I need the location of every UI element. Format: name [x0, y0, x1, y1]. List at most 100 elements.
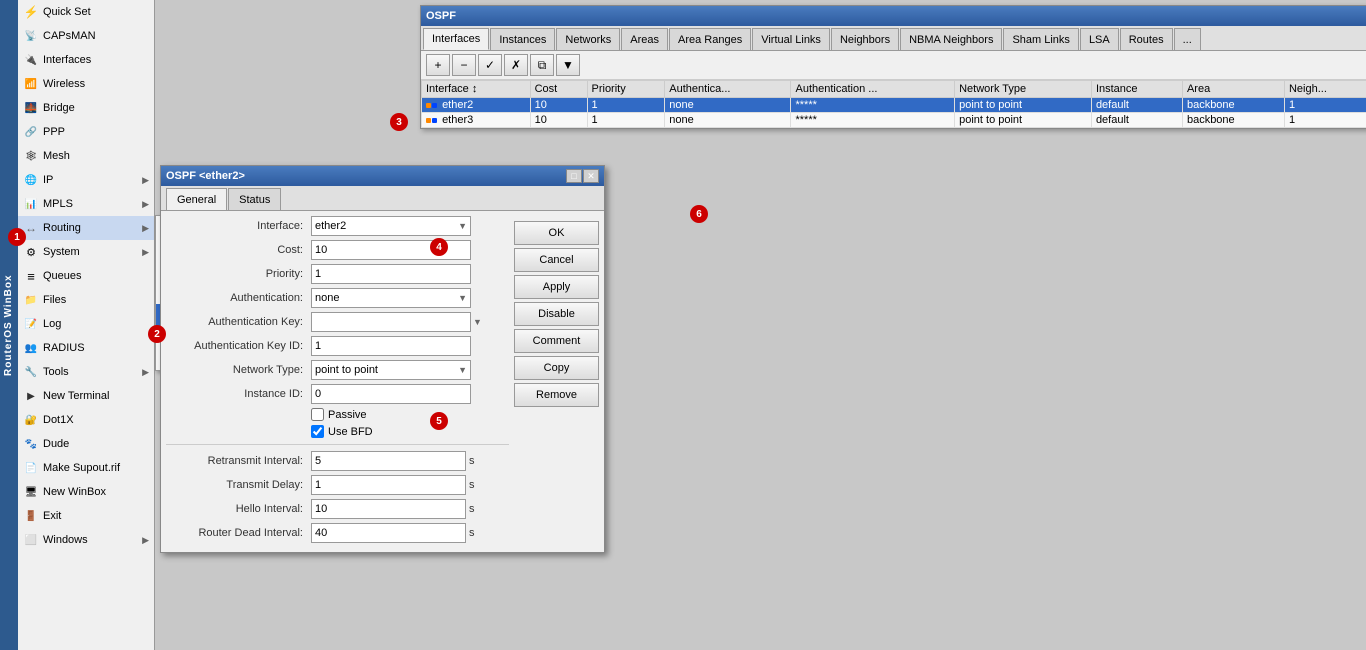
remove-toolbar-button[interactable]: − [452, 54, 476, 76]
sidebar-item-mesh[interactable]: Mesh [18, 144, 154, 168]
auth-key-id-input[interactable] [311, 336, 471, 356]
sidebar-item-mpls[interactable]: MPLS ▶ [18, 192, 154, 216]
cancel-button[interactable]: Cancel [514, 248, 599, 272]
col-network-type[interactable]: Network Type [955, 81, 1092, 98]
apply-button[interactable]: Apply [514, 275, 599, 299]
sidebar-item-new-terminal[interactable]: New Terminal [18, 384, 154, 408]
col-auth[interactable]: Authentica... [665, 81, 791, 98]
sidebar-item-ip[interactable]: IP ▶ [18, 168, 154, 192]
sidebar-item-tools[interactable]: Tools ▶ [18, 360, 154, 384]
use-bfd-checkbox[interactable] [311, 425, 324, 438]
col-instance[interactable]: Instance [1091, 81, 1182, 98]
sidebar-item-exit[interactable]: Exit [18, 504, 154, 528]
sidebar-item-bridge[interactable]: Bridge [18, 96, 154, 120]
instance-id-input[interactable] [311, 384, 471, 404]
authentication-select[interactable]: none ▼ [311, 288, 471, 308]
sidebar-item-files[interactable]: Files [18, 288, 154, 312]
tab-virtual-links[interactable]: Virtual Links [752, 28, 830, 50]
sidebar-item-queues[interactable]: Queues [18, 264, 154, 288]
col-neighbors[interactable]: Neigh... [1284, 81, 1366, 98]
sidebar-label-tools: Tools [43, 366, 142, 378]
disable-toolbar-button[interactable]: ✗ [504, 54, 528, 76]
interfaces-icon [23, 52, 39, 68]
tab-networks[interactable]: Networks [556, 28, 620, 50]
sidebar-item-ppp[interactable]: PPP [18, 120, 154, 144]
remove-button[interactable]: Remove [514, 383, 599, 407]
sidebar-item-new-winbox[interactable]: New WinBox [18, 480, 154, 504]
tab-routes[interactable]: Routes [1120, 28, 1173, 50]
tools-arrow: ▶ [142, 367, 149, 378]
winbox-icon [23, 484, 39, 500]
hello-interval-unit: s [469, 503, 475, 515]
dialog-minimize-button[interactable]: □ [566, 169, 582, 183]
col-priority[interactable]: Priority [587, 81, 665, 98]
retransmit-input[interactable] [311, 451, 466, 471]
ospf-title: OSPF [426, 10, 456, 22]
sidebar-item-quick-set[interactable]: Quick Set [18, 0, 154, 24]
col-area[interactable]: Area [1182, 81, 1284, 98]
sidebar-label-radius: RADIUS [43, 342, 149, 354]
tab-nbma-neighbors[interactable]: NBMA Neighbors [900, 28, 1002, 50]
copy-button[interactable]: Copy [514, 356, 599, 380]
sidebar-label-queues: Queues [43, 270, 149, 282]
auth-key-input[interactable] [311, 312, 471, 332]
transmit-delay-unit: s [469, 479, 475, 491]
tab-area-ranges[interactable]: Area Ranges [669, 28, 751, 50]
sidebar-label-dude: Dude [43, 438, 149, 450]
sidebar-item-routing[interactable]: Routing ▶ [18, 216, 154, 240]
sidebar-item-make-supout[interactable]: Make Supout.rif [18, 456, 154, 480]
hello-interval-input[interactable] [311, 499, 466, 519]
cell-network-type: point to point [955, 113, 1092, 128]
dialog-tab-general[interactable]: General [166, 188, 227, 210]
form-row-hello-interval: Hello Interval: s [166, 499, 509, 519]
tab-sham-links[interactable]: Sham Links [1003, 28, 1078, 50]
copy-toolbar-button[interactable]: ⧉ [530, 54, 554, 76]
cell-priority: 1 [587, 113, 665, 128]
network-type-select[interactable]: point to point ▼ [311, 360, 471, 380]
sidebar-item-windows[interactable]: Windows ▶ [18, 528, 154, 552]
badge-3: 3 [390, 113, 408, 131]
sidebar-item-dude[interactable]: Dude [18, 432, 154, 456]
sidebar-item-system[interactable]: System ▶ [18, 240, 154, 264]
interface-select[interactable]: ether2 ▼ [311, 216, 471, 236]
ospf-toolbar: + − ✓ ✗ ⧉ ▼ [421, 51, 1366, 80]
files-icon [23, 292, 39, 308]
dialog-close-button[interactable]: ✕ [583, 169, 599, 183]
col-cost[interactable]: Cost [530, 81, 587, 98]
priority-input[interactable] [311, 264, 471, 284]
interfaces-table: Interface ↕ Cost Priority Authentica... … [421, 80, 1366, 128]
tab-areas[interactable]: Areas [621, 28, 668, 50]
sidebar-label-ppp: PPP [43, 126, 149, 138]
table-row[interactable]: ether2 10 1 none ***** point to point de… [422, 98, 1366, 113]
form-row-network-type: Network Type: point to point ▼ [166, 360, 509, 380]
cell-neighbors: 1 [1284, 98, 1366, 113]
comment-button[interactable]: Comment [514, 329, 599, 353]
dialog-tab-status[interactable]: Status [228, 188, 281, 210]
system-arrow: ▶ [142, 247, 149, 258]
tab-lsa[interactable]: LSA [1080, 28, 1119, 50]
filter-button[interactable]: ▼ [556, 54, 580, 76]
tab-instances[interactable]: Instances [490, 28, 555, 50]
col-auth-key[interactable]: Authentication ... [791, 81, 955, 98]
transmit-delay-input[interactable] [311, 475, 466, 495]
sidebar-label-interfaces: Interfaces [43, 54, 149, 66]
sidebar-item-dot1x[interactable]: Dot1X [18, 408, 154, 432]
ok-button[interactable]: OK [514, 221, 599, 245]
col-interface[interactable]: Interface ↕ [422, 81, 531, 98]
interfaces-table-container: Interface ↕ Cost Priority Authentica... … [421, 80, 1366, 128]
sidebar-label-windows: Windows [43, 534, 142, 546]
sidebar-item-capsman[interactable]: CAPsMAN [18, 24, 154, 48]
tab-more[interactable]: ... [1174, 28, 1201, 50]
table-row[interactable]: ether3 10 1 none ***** point to point de… [422, 113, 1366, 128]
router-dead-input[interactable] [311, 523, 466, 543]
disable-button[interactable]: Disable [514, 302, 599, 326]
tab-interfaces[interactable]: Interfaces [423, 28, 489, 50]
add-button[interactable]: + [426, 54, 450, 76]
sidebar-item-radius[interactable]: RADIUS [18, 336, 154, 360]
sidebar-item-log[interactable]: Log [18, 312, 154, 336]
sidebar-item-wireless[interactable]: Wireless [18, 72, 154, 96]
passive-checkbox[interactable] [311, 408, 324, 421]
sidebar-item-interfaces[interactable]: Interfaces [18, 48, 154, 72]
enable-button[interactable]: ✓ [478, 54, 502, 76]
tab-neighbors[interactable]: Neighbors [831, 28, 899, 50]
